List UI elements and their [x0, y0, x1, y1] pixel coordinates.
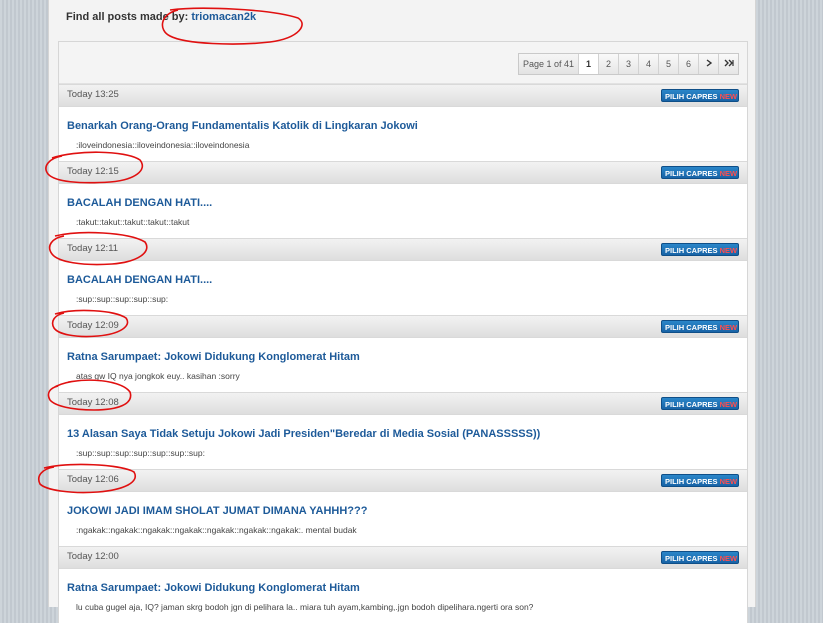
post-header: Today 12:11 PILIH CAPRES NEW [59, 238, 747, 261]
pilih-capres-badge[interactable]: PILIH CAPRES NEW [661, 397, 739, 410]
badge-label: PILIH CAPRES [665, 554, 718, 563]
page-link-6[interactable]: 6 [678, 54, 698, 74]
find-posts-label: Find all posts made by: [66, 11, 189, 23]
page-title: Find all posts made by: triomacan2k [66, 11, 256, 23]
post-item: 13 Alasan Saya Tidak Setuju Jokowi Jadi … [59, 415, 747, 469]
post-item: BACALAH DENGAN HATI....:sup::sup::sup::s… [59, 261, 747, 315]
post-snippet: :sup::sup::sup::sup::sup::sup::sup: [76, 448, 205, 458]
post-snippet: :takut::takut::takut::takut::takut [76, 217, 190, 227]
content-panel: Find all posts made by: triomacan2k Page… [48, 0, 756, 623]
post-item: Benarkah Orang-Orang Fundamentalis Katol… [59, 107, 747, 161]
post-snippet: :iloveindonesia::iloveindonesia::ilovein… [76, 140, 250, 150]
post-item: Ratna Sarumpaet: Jokowi Didukung Konglom… [59, 338, 747, 392]
post-timestamp: Today 12:00 [67, 551, 119, 562]
post-timestamp: Today 12:06 [67, 474, 119, 485]
badge-label: PILIH CAPRES [665, 400, 718, 409]
page-link-1[interactable]: 1 [578, 54, 598, 74]
post-timestamp: Today 12:15 [67, 166, 119, 177]
badge-label: PILIH CAPRES [665, 477, 718, 486]
post-header: Today 12:09 PILIH CAPRES NEW [59, 315, 747, 338]
post-snippet: lu cuba gugel aja, IQ? jaman skrg bodoh … [76, 602, 534, 612]
badge-new: NEW [719, 169, 738, 178]
pilih-capres-badge[interactable]: PILIH CAPRES NEW [661, 320, 739, 333]
post-header: Today 12:15 PILIH CAPRES NEW [59, 161, 747, 184]
next-page-button[interactable] [698, 54, 718, 74]
post-title-link[interactable]: Ratna Sarumpaet: Jokowi Didukung Konglom… [67, 582, 360, 594]
badge-label: PILIH CAPRES [665, 323, 718, 332]
username-link[interactable]: triomacan2k [191, 11, 256, 23]
post-item: BACALAH DENGAN HATI....:takut::takut::ta… [59, 184, 747, 238]
post-item: JOKOWI JADI IMAM SHOLAT JUMAT DIMANA YAH… [59, 492, 747, 546]
post-title-link[interactable]: BACALAH DENGAN HATI.... [67, 197, 212, 209]
post-item: Ratna Sarumpaet: Jokowi Didukung Konglom… [59, 569, 747, 623]
chevron-right-icon [706, 59, 712, 67]
post-header: Today 12:00 PILIH CAPRES NEW [59, 546, 747, 569]
post-header: Today 13:25 PILIH CAPRES NEW [59, 84, 747, 107]
pilih-capres-badge[interactable]: PILIH CAPRES NEW [661, 474, 739, 487]
post-title-link[interactable]: Benarkah Orang-Orang Fundamentalis Katol… [67, 120, 418, 132]
pilih-capres-badge[interactable]: PILIH CAPRES NEW [661, 243, 739, 256]
badge-new: NEW [719, 323, 738, 332]
post-snippet: :ngakak::ngakak::ngakak::ngakak::ngakak:… [76, 525, 357, 535]
page-info: Page 1 of 41 [518, 54, 578, 74]
badge-label: PILIH CAPRES [665, 246, 718, 255]
pagination: Page 1 of 41 1 2 3 4 5 6 [517, 53, 739, 75]
pagination-bar: Page 1 of 41 1 2 3 4 5 6 [59, 42, 747, 84]
post-timestamp: Today 12:11 [67, 243, 119, 254]
badge-new: NEW [719, 92, 738, 101]
post-timestamp: Today 13:25 [67, 89, 119, 100]
pilih-capres-badge[interactable]: PILIH CAPRES NEW [661, 166, 739, 179]
post-timestamp: Today 12:08 [67, 397, 119, 408]
badge-label: PILIH CAPRES [665, 92, 718, 101]
post-title-link[interactable]: 13 Alasan Saya Tidak Setuju Jokowi Jadi … [67, 428, 540, 440]
post-snippet: atas gw IQ nya jongkok euy.. kasihan :so… [76, 371, 240, 381]
post-list: Page 1 of 41 1 2 3 4 5 6 Today 13:25 PILI… [58, 41, 748, 623]
page-link-2[interactable]: 2 [598, 54, 618, 74]
post-snippet: :sup::sup::sup::sup::sup: [76, 294, 169, 304]
post-header: Today 12:08 PILIH CAPRES NEW [59, 392, 747, 415]
badge-new: NEW [719, 554, 738, 563]
badge-new: NEW [719, 477, 738, 486]
post-header: Today 12:06 PILIH CAPRES NEW [59, 469, 747, 492]
page-link-5[interactable]: 5 [658, 54, 678, 74]
post-title-link[interactable]: JOKOWI JADI IMAM SHOLAT JUMAT DIMANA YAH… [67, 505, 367, 517]
post-title-link[interactable]: Ratna Sarumpaet: Jokowi Didukung Konglom… [67, 351, 360, 363]
post-title-link[interactable]: BACALAH DENGAN HATI.... [67, 274, 212, 286]
page-link-3[interactable]: 3 [618, 54, 638, 74]
pilih-capres-badge[interactable]: PILIH CAPRES NEW [661, 551, 739, 564]
badge-new: NEW [719, 246, 738, 255]
page-link-4[interactable]: 4 [638, 54, 658, 74]
double-chevron-right-icon [724, 59, 734, 67]
badge-new: NEW [719, 400, 738, 409]
badge-label: PILIH CAPRES [665, 169, 718, 178]
pilih-capres-badge[interactable]: PILIH CAPRES NEW [661, 89, 739, 102]
last-page-button[interactable] [718, 54, 738, 74]
post-timestamp: Today 12:09 [67, 320, 119, 331]
